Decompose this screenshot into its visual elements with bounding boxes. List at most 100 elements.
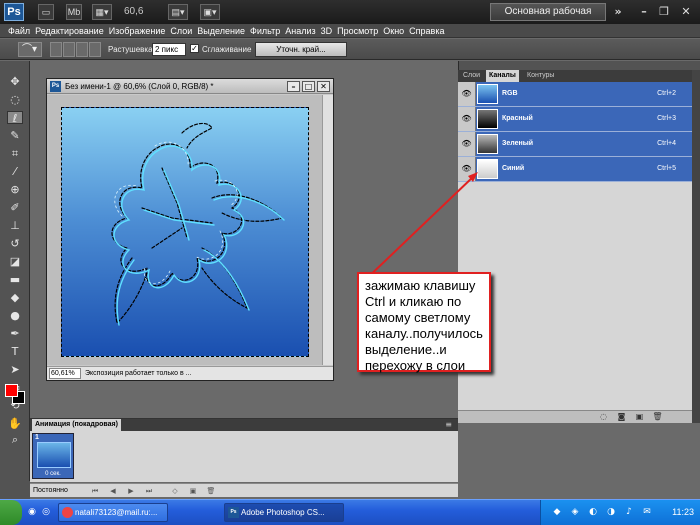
- document-status-info[interactable]: Экспозиция работает только в ...: [85, 367, 192, 380]
- duplicate-frame-icon[interactable]: ▣: [188, 486, 198, 496]
- move-tool-icon[interactable]: ✥: [7, 75, 23, 88]
- feather-input[interactable]: 2 пикс: [152, 43, 186, 56]
- taskbar-clock[interactable]: 11:23: [672, 500, 694, 525]
- tray-icon[interactable]: ♪: [623, 506, 635, 518]
- toolbox-bottom: [0, 481, 30, 499]
- history-brush-icon[interactable]: ↺: [7, 237, 23, 250]
- zoom-tool-icon[interactable]: ⌕: [7, 433, 23, 446]
- menu-view[interactable]: Просмотр: [337, 24, 383, 37]
- tray-icon[interactable]: ◆: [551, 506, 563, 518]
- menu-3d[interactable]: 3D: [321, 24, 338, 37]
- first-frame-icon[interactable]: ⏮: [90, 486, 100, 496]
- gradient-tool-icon[interactable]: ▬: [7, 273, 23, 286]
- quick-select-tool-icon[interactable]: ✎: [7, 129, 23, 142]
- start-button[interactable]: [0, 500, 22, 525]
- menu-filter[interactable]: Фильтр: [250, 24, 285, 37]
- eye-icon[interactable]: 👁: [458, 157, 476, 181]
- menu-edit[interactable]: Редактирование: [35, 24, 109, 37]
- lasso-tool-icon[interactable]: ℓ: [7, 111, 23, 125]
- eye-icon[interactable]: 👁: [458, 107, 476, 131]
- tray-icon[interactable]: ◈: [569, 506, 581, 518]
- blur-tool-icon[interactable]: ◆: [7, 291, 23, 304]
- menu-layer[interactable]: Слои: [170, 24, 197, 37]
- workspace-switcher-button[interactable]: Основная рабочая среда: [490, 3, 606, 33]
- eyedropper-tool-icon[interactable]: ⁄: [7, 165, 23, 178]
- panel-scrollbar[interactable]: [692, 70, 700, 423]
- add-selection-icon[interactable]: [63, 42, 75, 57]
- path-select-icon[interactable]: ➤: [7, 363, 23, 376]
- menu-analysis[interactable]: Анализ: [285, 24, 320, 37]
- tray-icon[interactable]: ◐: [587, 506, 599, 518]
- restore-icon[interactable]: ❐: [656, 4, 672, 20]
- save-selection-icon[interactable]: ◙: [616, 412, 627, 422]
- load-selection-icon[interactable]: ◌: [598, 412, 609, 422]
- close-icon[interactable]: ✕: [678, 4, 694, 20]
- image-canvas[interactable]: [61, 107, 309, 357]
- taskbar-item-photoshop[interactable]: Ps Adobe Photoshop CS...: [224, 503, 344, 522]
- tab-paths[interactable]: Контуры: [524, 70, 557, 82]
- hand-tool-icon[interactable]: ✋: [7, 417, 23, 430]
- frame-delay[interactable]: 0 сек.: [33, 471, 73, 477]
- menu-image[interactable]: Изображение: [109, 24, 171, 37]
- menu-window[interactable]: Окно: [383, 24, 409, 37]
- channel-row-red[interactable]: 👁 Красный Ctrl+3: [458, 107, 692, 132]
- channel-row-green[interactable]: 👁 Зеленый Ctrl+4: [458, 132, 692, 157]
- new-channel-icon[interactable]: ▣: [634, 412, 645, 422]
- menu-select[interactable]: Выделение: [197, 24, 250, 37]
- refine-edge-button[interactable]: Уточн. край...: [255, 42, 347, 57]
- eraser-tool-icon[interactable]: ◪: [7, 255, 23, 268]
- doc-maximize-icon[interactable]: □: [302, 81, 315, 92]
- menu-help[interactable]: Справка: [409, 24, 449, 37]
- document-title-bar[interactable]: Ps Без имени-1 @ 60,6% (Слой 0, RGB/8) *…: [47, 79, 333, 94]
- zoom-level-field[interactable]: 60,6: [124, 4, 164, 20]
- crop-tool-icon[interactable]: ⌗: [7, 147, 23, 160]
- canvas-area[interactable]: [47, 95, 333, 365]
- pen-tool-icon[interactable]: ✒: [7, 327, 23, 340]
- type-tool-icon[interactable]: T: [7, 345, 23, 358]
- animation-panel-title[interactable]: Анимация (покадровая): [32, 419, 121, 431]
- antialias-checkbox[interactable]: ✓: [190, 44, 199, 53]
- marquee-tool-icon[interactable]: ◌: [7, 93, 23, 106]
- quicklaunch-icon[interactable]: ◉: [26, 506, 38, 518]
- bridge-icon[interactable]: ▭: [38, 4, 54, 20]
- tray-icon[interactable]: ◑: [605, 506, 617, 518]
- subtract-selection-icon[interactable]: [76, 42, 88, 57]
- healing-tool-icon[interactable]: ⊕: [7, 183, 23, 196]
- play-icon[interactable]: ▶: [126, 486, 136, 496]
- loop-select[interactable]: Постоянно: [33, 485, 68, 497]
- tween-icon[interactable]: ◇: [170, 486, 180, 496]
- intersect-selection-icon[interactable]: [89, 42, 101, 57]
- brush-tool-icon[interactable]: ✐: [7, 201, 23, 214]
- tool-preset-picker[interactable]: ⌒▾: [18, 42, 42, 57]
- document-zoom-field[interactable]: 60,61%: [49, 368, 81, 379]
- foreground-color-swatch[interactable]: [5, 384, 18, 397]
- screen-mode-icon[interactable]: ▣▾: [200, 4, 220, 20]
- mini-bridge-icon[interactable]: Mb: [66, 4, 82, 20]
- dodge-tool-icon[interactable]: ●: [7, 309, 23, 322]
- document-vertical-scrollbar[interactable]: [322, 95, 333, 365]
- new-selection-icon[interactable]: [50, 42, 62, 57]
- delete-channel-icon[interactable]: 🗑: [652, 412, 663, 422]
- minimize-icon[interactable]: –: [636, 4, 652, 20]
- menu-file[interactable]: Файл: [8, 24, 35, 37]
- arrange-documents-icon[interactable]: ▤▾: [168, 4, 188, 20]
- stamp-tool-icon[interactable]: ⊥: [7, 219, 23, 232]
- next-frame-icon[interactable]: ⏭: [144, 486, 154, 496]
- animation-frame[interactable]: 1 0 сек.: [32, 433, 74, 479]
- panel-menu-icon[interactable]: ≡: [445, 419, 452, 431]
- tab-layers[interactable]: Слои: [460, 70, 483, 82]
- tab-channels[interactable]: Каналы: [486, 70, 519, 82]
- doc-close-icon[interactable]: ✕: [317, 81, 330, 92]
- tray-icon[interactable]: ✉: [641, 506, 653, 518]
- prev-frame-icon[interactable]: ◀: [108, 486, 118, 496]
- doc-minimize-icon[interactable]: –: [287, 81, 300, 92]
- taskbar-item-browser[interactable]: natali73123@mail.ru:...: [58, 503, 168, 522]
- view-extras-icon[interactable]: ▦▾: [92, 4, 112, 20]
- channel-row-rgb[interactable]: 👁 RGB Ctrl+2: [458, 82, 692, 107]
- eye-icon[interactable]: 👁: [458, 82, 476, 106]
- channel-row-blue[interactable]: 👁 Синий Ctrl+5: [458, 157, 692, 182]
- delete-frame-icon[interactable]: 🗑: [206, 486, 216, 496]
- quicklaunch-icon[interactable]: ◎: [40, 506, 52, 518]
- eye-icon[interactable]: 👁: [458, 132, 476, 156]
- workspace-menu-icon[interactable]: »: [610, 4, 626, 20]
